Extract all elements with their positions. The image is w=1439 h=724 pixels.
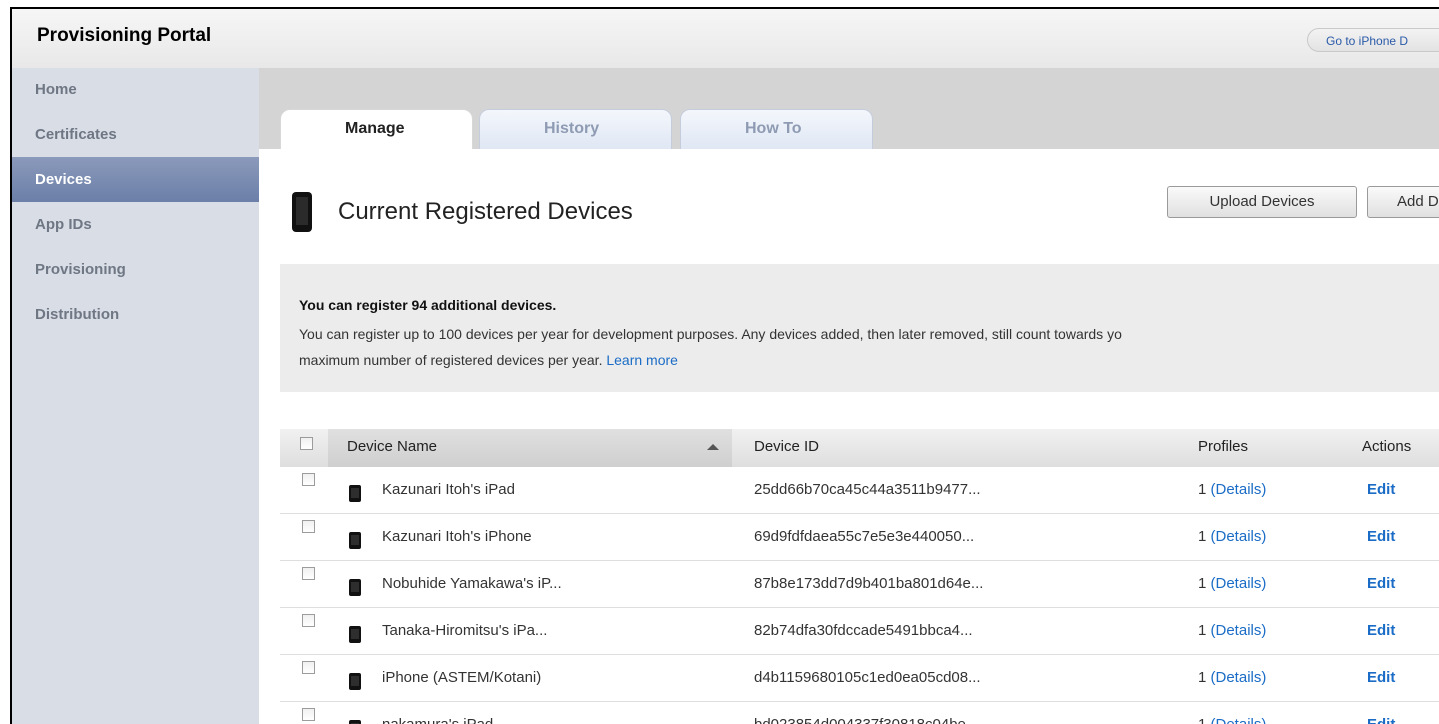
page-title: Current Registered Devices <box>338 198 633 225</box>
profiles-cell: 1 (Details) <box>1198 528 1266 545</box>
profiles-details-link[interactable]: (Details) <box>1211 528 1267 545</box>
device-icon <box>349 673 361 690</box>
top-bar: Provisioning Portal Go to iPhone D <box>12 9 1439 69</box>
sidebar-item-devices[interactable]: Devices <box>12 157 259 202</box>
table-row: Tanaka-Hiromitsu's iPa... 82b74dfa30fdcc… <box>280 608 1439 655</box>
profiles-count: 1 <box>1198 575 1207 592</box>
device-icon <box>349 532 361 549</box>
upload-devices-button[interactable]: Upload Devices <box>1167 186 1357 218</box>
table-row: iPhone (ASTEM/Kotani) d4b1159680105c1ed0… <box>280 655 1439 702</box>
edit-link[interactable]: Edit <box>1367 716 1395 724</box>
column-header-device-name[interactable]: Device Name <box>347 438 437 455</box>
iphone-icon <box>292 192 312 237</box>
table-row: Kazunari Itoh's iPhone 69d9fdfdaea55c7e5… <box>280 514 1439 561</box>
device-name: Nobuhide Yamakawa's iP... <box>382 575 562 592</box>
device-icon <box>349 626 361 643</box>
portal-title: Provisioning Portal <box>37 25 212 46</box>
device-id: d4b1159680105c1ed0ea05cd08... <box>754 669 981 686</box>
edit-link[interactable]: Edit <box>1367 528 1395 545</box>
device-icon <box>349 485 361 502</box>
learn-more-link[interactable]: Learn more <box>606 352 678 368</box>
notice-body-line1: You can register up to 100 devices per y… <box>299 326 1122 342</box>
column-header-profiles: Profiles <box>1198 438 1249 455</box>
device-id: 69d9fdfdaea55c7e5e3e440050... <box>754 528 975 545</box>
edit-link[interactable]: Edit <box>1367 575 1395 592</box>
notice-body: You can register up to 100 devices per y… <box>299 321 1439 373</box>
sidebar-item-provisioning[interactable]: Provisioning <box>12 247 259 292</box>
table-row: Nobuhide Yamakawa's iP... 87b8e173dd7d9b… <box>280 561 1439 608</box>
profiles-cell: 1 (Details) <box>1198 622 1266 639</box>
profiles-details-link[interactable]: (Details) <box>1211 622 1267 639</box>
profiles-cell: 1 (Details) <box>1198 716 1266 724</box>
table-row: nakamura's iPad bd023854d004337f30818c04… <box>280 702 1439 724</box>
devices-table: Device Name Device ID Profiles Actions K… <box>280 429 1439 724</box>
table-row: Kazunari Itoh's iPad 25dd66b70ca45c44a35… <box>280 467 1439 514</box>
row-checkbox[interactable] <box>302 567 315 580</box>
profiles-count: 1 <box>1198 481 1207 498</box>
device-id: bd023854d004337f30818c04be... <box>754 716 978 724</box>
device-name: nakamura's iPad <box>382 716 493 724</box>
notice-title: You can register 94 additional devices. <box>299 297 557 313</box>
device-name: Kazunari Itoh's iPhone <box>382 528 532 545</box>
edit-link[interactable]: Edit <box>1367 481 1395 498</box>
tab-history[interactable]: History <box>479 109 672 149</box>
profiles-details-link[interactable]: (Details) <box>1211 669 1267 686</box>
sidebar: Home Certificates Devices App IDs Provis… <box>12 68 259 724</box>
edit-link[interactable]: Edit <box>1367 669 1395 686</box>
portal-window: Provisioning Portal Go to iPhone D Home … <box>10 7 1439 724</box>
profiles-count: 1 <box>1198 716 1206 724</box>
sidebar-item-home[interactable]: Home <box>12 68 259 112</box>
tab-bar: Manage History How To <box>259 68 1439 149</box>
sidebar-item-app-ids[interactable]: App IDs <box>12 202 259 247</box>
device-icon <box>349 720 361 724</box>
tab-how-to[interactable]: How To <box>680 109 873 149</box>
main-content: Manage History How To Current Registered… <box>259 68 1439 724</box>
add-device-button[interactable]: Add D <box>1367 186 1439 218</box>
column-header-device-id[interactable]: Device ID <box>754 438 819 455</box>
row-checkbox[interactable] <box>302 614 315 627</box>
select-all-checkbox[interactable] <box>300 437 313 450</box>
device-icon <box>349 579 361 596</box>
device-limit-notice: You can register 94 additional devices. … <box>280 264 1439 392</box>
tab-manage-label: Manage <box>345 120 405 137</box>
profiles-details-link[interactable]: (Details) <box>1211 575 1267 592</box>
tab-manage[interactable]: Manage <box>280 109 473 149</box>
notice-body-line2: maximum number of registered devices per… <box>299 352 603 368</box>
profiles-details-link[interactable]: (Details) <box>1211 481 1267 498</box>
table-header: Device Name Device ID Profiles Actions <box>280 429 1439 467</box>
device-id: 87b8e173dd7d9b401ba801d64e... <box>754 575 984 592</box>
sidebar-item-distribution[interactable]: Distribution <box>12 292 259 337</box>
profiles-count: 1 <box>1198 528 1207 545</box>
profiles-cell: 1 (Details) <box>1198 669 1266 686</box>
tab-how-to-label: How To <box>745 120 802 137</box>
device-id: 82b74dfa30fdccade5491bbca4... <box>754 622 973 639</box>
device-name: Kazunari Itoh's iPad <box>382 481 515 498</box>
profiles-details-link[interactable]: (Details) <box>1211 716 1267 724</box>
tab-history-label: History <box>544 120 600 137</box>
goto-iphone-dev-center-button[interactable]: Go to iPhone D <box>1307 28 1439 52</box>
device-name: Tanaka-Hiromitsu's iPa... <box>382 622 548 639</box>
row-checkbox[interactable] <box>302 708 315 721</box>
sort-ascending-icon[interactable] <box>707 444 719 450</box>
device-id: 25dd66b70ca45c44a3511b9477... <box>754 481 981 498</box>
profiles-count: 1 <box>1198 622 1207 639</box>
profiles-cell: 1 (Details) <box>1198 481 1266 498</box>
profiles-cell: 1 (Details) <box>1198 575 1266 592</box>
sidebar-item-certificates[interactable]: Certificates <box>12 112 259 157</box>
edit-link[interactable]: Edit <box>1367 622 1395 639</box>
row-checkbox[interactable] <box>302 473 315 486</box>
row-checkbox[interactable] <box>302 661 315 674</box>
column-header-actions: Actions <box>1362 438 1412 455</box>
profiles-count: 1 <box>1198 669 1207 686</box>
device-name: iPhone (ASTEM/Kotani) <box>382 669 542 686</box>
row-checkbox[interactable] <box>302 520 315 533</box>
